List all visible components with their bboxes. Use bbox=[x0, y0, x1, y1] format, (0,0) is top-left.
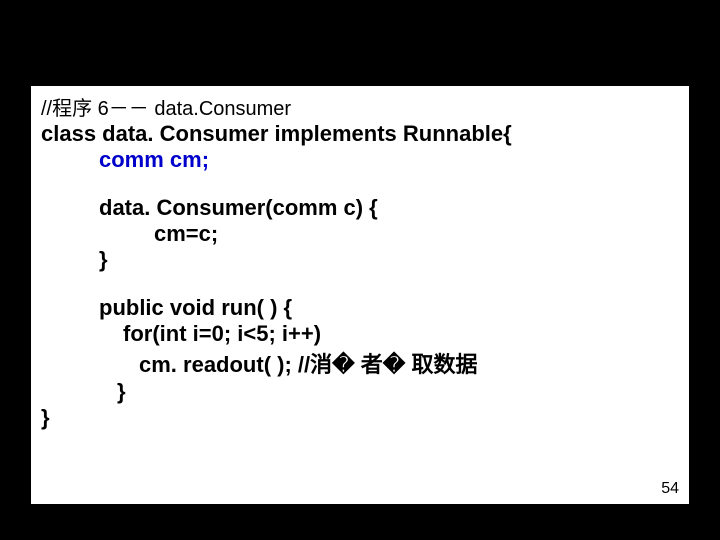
constructor-signature: data. Consumer(comm c) { bbox=[99, 195, 679, 221]
page-number: 54 bbox=[661, 480, 679, 498]
field-declaration: comm cm; bbox=[41, 147, 679, 173]
constructor-body: cm=c; bbox=[99, 221, 679, 247]
class-declaration: class data. Consumer implements Runnable… bbox=[41, 121, 679, 147]
field-type: comm bbox=[99, 147, 170, 172]
field-name: cm; bbox=[170, 147, 209, 172]
spacer bbox=[41, 173, 679, 195]
constructor-close: } bbox=[99, 247, 679, 273]
run-close: } bbox=[99, 379, 679, 405]
comment-line: //程序 6－－ data.Consumer bbox=[41, 92, 679, 121]
spacer bbox=[41, 273, 679, 295]
constructor-block: data. Consumer(comm c) { cm=c; } bbox=[41, 195, 679, 273]
class-close-brace: } bbox=[41, 405, 679, 431]
run-method-block: public void run( ) { for(int i=0; i<5; i… bbox=[41, 295, 679, 405]
run-signature: public void run( ) { bbox=[99, 295, 679, 321]
run-for-loop: for(int i=0; i<5; i++) bbox=[99, 321, 679, 347]
code-box: //程序 6－－ data.Consumer class data. Consu… bbox=[30, 85, 690, 505]
run-call: cm. readout( ); //消� 者� 取数据 bbox=[99, 347, 679, 379]
